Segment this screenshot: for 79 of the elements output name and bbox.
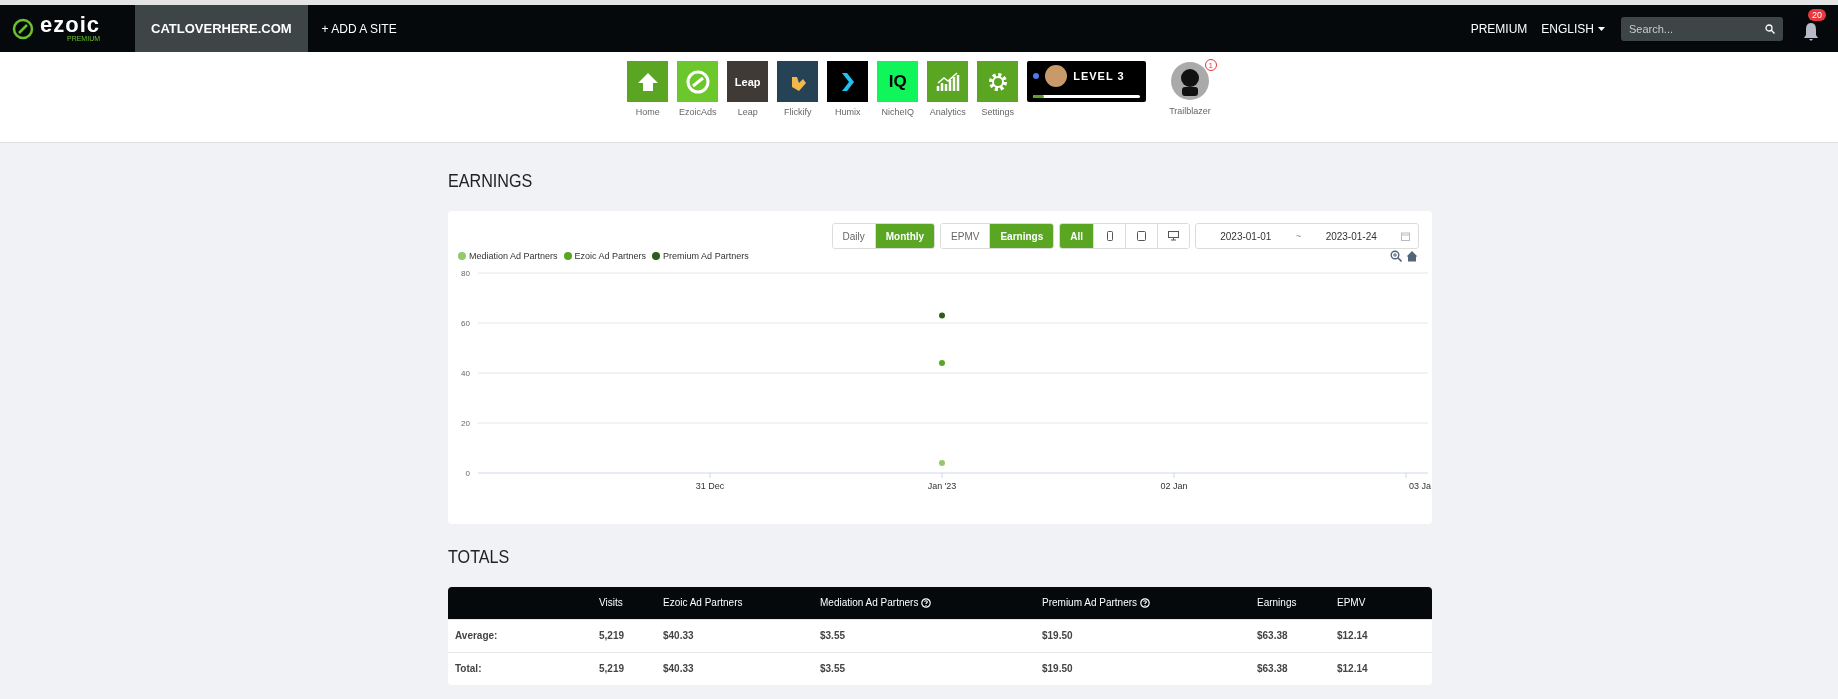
app-label[interactable]: Humix (834, 107, 861, 117)
tablet-icon (1137, 231, 1146, 241)
x-tick-label: 31 Dec (695, 481, 725, 491)
table-cell: $19.50 (1035, 652, 1250, 685)
table-cell: $3.55 (813, 652, 1035, 685)
app-label[interactable]: NicheIQ (881, 107, 914, 117)
level-card[interactable]: LEVEL 3 (1027, 61, 1147, 102)
section-title: EARNINGS (448, 171, 534, 191)
site-tab[interactable]: CATLOVERHERE.COM (135, 5, 308, 52)
language-menu[interactable]: ENGLISH (1541, 21, 1605, 36)
data-point (939, 312, 945, 319)
y-tick-label: 20 (461, 419, 470, 428)
premium-link[interactable]: PREMIUM (1456, 21, 1542, 36)
bar-chart-icon (935, 71, 960, 92)
notification-badge: 20 (1808, 8, 1826, 21)
astronaut-icon (1170, 61, 1210, 101)
house-icon (636, 70, 659, 93)
date-range-field[interactable]: 2023-01-01 ~ 2023-01-24 (1195, 223, 1419, 249)
table-cell: $12.14 (1330, 619, 1432, 652)
table-cell: 5,219 (592, 619, 656, 652)
app-label[interactable]: Trailblazer (1169, 106, 1211, 116)
column-header: Visits (592, 587, 656, 619)
y-tick-label: 80 (461, 269, 470, 278)
app-label[interactable]: EzoicAds (678, 107, 717, 117)
app-label[interactable]: Home (635, 107, 660, 117)
table-cell: 5,219 (592, 652, 656, 685)
table-cell: $40.33 (656, 652, 813, 685)
app-label[interactable]: Analytics (929, 107, 966, 117)
help-icon[interactable] (921, 597, 932, 608)
app-label[interactable]: Settings (981, 107, 1014, 117)
table-cell: $63.38 (1250, 619, 1330, 652)
column-header: Premium Ad Partners (1035, 587, 1250, 619)
search-icon (1765, 23, 1775, 34)
app-label[interactable]: Leap (737, 107, 758, 117)
trailblazer-badge: 1 (1204, 59, 1217, 71)
table-cell: $40.33 (656, 619, 813, 652)
column-header: Ezoic Ad Partners (656, 587, 813, 619)
y-tick-label: 40 (461, 369, 470, 378)
logo-icon (12, 17, 34, 40)
x-tick-label: 02 Jan (1160, 481, 1188, 491)
y-tick-label: 0 (465, 469, 470, 478)
legend-item[interactable]: Ezoic Ad Partners (563, 251, 647, 261)
table-cell: $63.38 (1250, 652, 1330, 685)
desktop-icon (1168, 231, 1179, 241)
chevron-icon (840, 71, 855, 92)
phone-icon (1106, 231, 1113, 241)
column-header: EPMV (1330, 587, 1432, 619)
data-point (939, 360, 945, 366)
x-tick-label: 03 Ja (1408, 481, 1431, 491)
help-icon[interactable] (1140, 597, 1151, 608)
add-site-link[interactable]: + ADD A SITE (307, 21, 411, 36)
level-text: LEVEL 3 (1073, 70, 1125, 82)
row-label: Total: (448, 652, 592, 685)
section-title: TOTALS (448, 547, 511, 567)
settings-icon (986, 70, 1009, 93)
table-cell: $3.55 (813, 619, 1035, 652)
table-cell: $12.14 (1330, 652, 1432, 685)
y-tick-label: 60 (461, 319, 470, 328)
legend-item[interactable]: Mediation Ad Partners (458, 251, 558, 261)
brand-name: ezoic (40, 14, 101, 35)
table-cell: $19.50 (1035, 619, 1250, 652)
nicheiq-logo-text: IQ (888, 71, 907, 92)
caret-icon (1598, 26, 1605, 31)
data-point (939, 460, 945, 466)
bell-icon[interactable] (1803, 21, 1819, 42)
app-label[interactable]: Flickify (783, 107, 812, 117)
status-dot-icon (1033, 73, 1040, 79)
row-label: Average: (448, 619, 592, 652)
column-header: Mediation Ad Partners (813, 587, 1035, 619)
calendar-icon (1401, 231, 1410, 241)
search-field[interactable]: Search... (1621, 16, 1783, 41)
zoom-icon[interactable] (1390, 250, 1402, 262)
legend-item[interactable]: Premium Ad Partners (652, 251, 749, 261)
x-tick-label: Jan '23 (927, 481, 957, 491)
column-header: Earnings (1250, 587, 1330, 619)
avatar (1045, 65, 1068, 87)
leap-logo-text: Leap (734, 75, 761, 88)
device-toggle[interactable] (1157, 224, 1189, 248)
home-icon[interactable] (1406, 250, 1418, 262)
